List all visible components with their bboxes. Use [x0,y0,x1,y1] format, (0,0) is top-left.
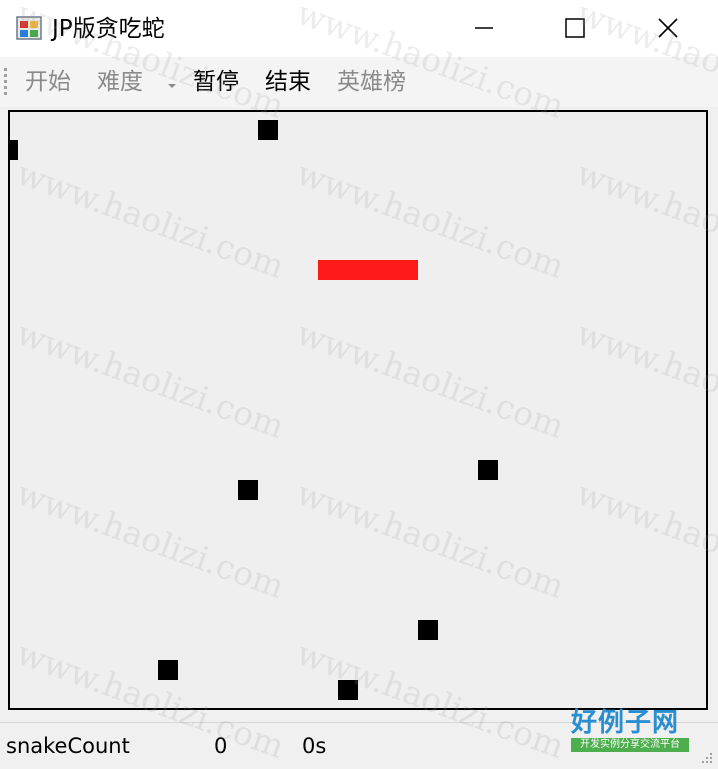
snake-count-value: 0 [214,734,228,758]
menu-pause[interactable]: 暂停 [193,66,239,98]
watermark-logo-main: 好例子网 [571,708,680,738]
chevron-down-icon[interactable] [168,84,176,88]
food-block [238,480,258,500]
maximize-button[interactable] [530,0,622,57]
food-block [10,140,18,160]
food-block [478,460,498,480]
resize-grip-icon[interactable] [700,751,714,765]
food-block [158,660,178,680]
elapsed-time: 0s [302,734,327,758]
maximize-icon [565,18,585,38]
minimize-icon [475,27,493,29]
food-block [338,680,358,700]
menu-difficulty[interactable]: 难度 [97,66,143,98]
food-block [258,120,278,140]
toolstrip-grip-icon[interactable] [4,68,7,96]
menu-start[interactable]: 开始 [25,66,71,98]
snake-segment [318,260,338,280]
snake-app-icon [16,16,44,42]
minimize-button[interactable] [439,0,531,57]
close-icon [658,18,678,38]
snake-count-label: snakeCount [6,734,130,758]
game-canvas [10,120,498,700]
watermark-logo-sub: 开发实例分享交流平台 [571,738,689,752]
snake-segment [338,260,358,280]
window-title: JP版贪吃蛇 [52,16,165,42]
menu-end[interactable]: 结束 [265,66,311,98]
watermark-logo: 好例子网 开发实例分享交流平台 [571,708,689,760]
snake-segment [398,260,418,280]
snake-segment [378,260,398,280]
title-bar: JP版贪吃蛇 [0,0,718,57]
snake-segment [358,260,378,280]
food-block [418,620,438,640]
close-button[interactable] [623,0,718,57]
menu-leaderboard[interactable]: 英雄榜 [337,66,406,98]
game-board[interactable] [8,110,708,710]
